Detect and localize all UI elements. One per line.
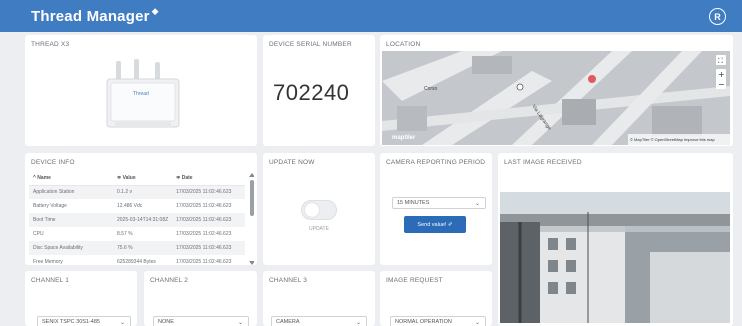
channel2-card: CHANNEL 2 NONE ⌄ <box>144 271 257 326</box>
row-value: 12.486 Vdc <box>117 203 143 209</box>
image-request-card: IMAGE REQUEST NORMAL OPERATION ⌄ <box>380 271 492 326</box>
row-value: 75.6 % <box>117 245 133 251</box>
channel3-value: CAMERA <box>276 319 300 325</box>
channel1-title: CHANNEL 1 <box>31 277 70 284</box>
table-row: Battery Voltage 12.486 Vdc 17/03/2025 11… <box>29 199 245 213</box>
plus-icon[interactable]: + <box>718 70 725 79</box>
row-value: 625289344 Bytes <box>117 259 156 265</box>
column-header-value[interactable]: ≑ Value <box>113 171 173 186</box>
camera-period-value: 15 MINUTES <box>397 200 430 206</box>
camera-period-title: CAMERA REPORTING PERIOD <box>386 159 486 166</box>
row-value: 2025-03-14T14:31:08Z <box>117 217 169 223</box>
chevron-down-icon: ⌄ <box>474 320 480 326</box>
map-attribution: © MapTiler © OpenStreetMap Improve this … <box>630 137 715 142</box>
send-value-button[interactable]: Send value! ✐ <box>404 216 466 233</box>
channel3-title: CHANNEL 3 <box>269 277 308 284</box>
last-image-title: LAST IMAGE RECEIVED <box>504 159 582 166</box>
row-date: 17/03/2025 11:02:46.623 <box>176 217 232 223</box>
row-date: 17/03/2025 11:02:46.623 <box>176 189 232 196</box>
chevron-down-icon: ⌄ <box>119 320 125 326</box>
location-card-title: LOCATION <box>386 41 421 48</box>
row-date: 17/03/2025 11:02:46.623 <box>176 259 232 265</box>
camera-period-card: CAMERA REPORTING PERIOD 15 MINUTES ⌄ Sen… <box>380 153 492 265</box>
channel3-card: CHANNEL 3 CAMERA ⌄ <box>263 271 375 326</box>
serial-card: DEVICE SERIAL NUMBER 702240 <box>263 35 375 146</box>
toggle-knob <box>305 203 319 217</box>
channel1-select[interactable]: SENIX TSPC 30S1-485 ⌄ <box>37 316 131 326</box>
row-name: Disc Space Availability <box>33 245 83 251</box>
channel2-select[interactable]: NONE ⌄ <box>153 316 249 326</box>
image-request-select[interactable]: NORMAL OPERATION ⌄ <box>390 316 486 326</box>
location-map[interactable]: Corso Via Lagrange maptiler © MapTiler ©… <box>382 51 730 145</box>
minus-icon[interactable]: − <box>718 80 725 89</box>
row-name: Boot Time <box>33 217 56 223</box>
serial-number: 702240 <box>273 80 350 105</box>
device-card: THREAD X3 Thread <box>25 35 257 146</box>
row-date: 17/03/2025 11:02:46.623 <box>176 203 232 209</box>
chevron-down-icon: ⌄ <box>355 320 361 326</box>
chevron-down-icon: ⌄ <box>237 320 243 326</box>
map-logo: maptiler <box>392 135 416 141</box>
camera-period-select[interactable]: 15 MINUTES ⌄ <box>392 197 486 209</box>
table-header-row: ^ Name ≑ Value ≑ Date <box>29 171 245 186</box>
device-info-card: DEVICE INFO ^ Name ≑ Value ≑ Date Applic… <box>25 153 257 265</box>
table-row: Free Memory 625289344 Bytes 17/03/2025 1… <box>29 255 245 265</box>
channel3-select[interactable]: CAMERA ⌄ <box>271 316 367 326</box>
row-name: Battery Voltage <box>33 203 67 209</box>
row-value: 0.1.2 v <box>117 189 133 196</box>
update-now-card: UPDATE NOW UPDATE <box>263 153 375 265</box>
svg-text:⛶: ⛶ <box>718 57 723 65</box>
channel2-title: CHANNEL 2 <box>150 277 189 284</box>
row-date: 17/03/2025 11:02:46.623 <box>176 245 232 251</box>
image-request-title: IMAGE REQUEST <box>386 277 443 284</box>
device-brand-label: Thread <box>133 91 149 97</box>
table-row: Disc Space Availability 75.6 % 17/03/202… <box>29 241 245 255</box>
map-marker-icon <box>588 75 596 83</box>
table-scrollbar[interactable] <box>249 173 254 265</box>
device-card-title: THREAD X3 <box>31 41 70 48</box>
chevron-down-icon: ⌄ <box>474 201 480 207</box>
table-row: CPU 8.57 % 17/03/2025 11:02:46.623 <box>29 227 245 241</box>
row-name: CPU <box>33 231 44 237</box>
top-bar: Thread Manager ◆ R <box>0 0 742 32</box>
user-avatar[interactable]: R <box>709 8 726 25</box>
column-header-name[interactable]: ^ Name <box>29 171 113 186</box>
device-info-table: ^ Name ≑ Value ≑ Date Application Statio… <box>29 171 245 265</box>
map-street-corso: Corso <box>424 86 438 92</box>
serial-card-title: DEVICE SERIAL NUMBER <box>269 41 352 48</box>
app-title: Thread Manager <box>31 7 150 25</box>
channel1-value: SENIX TSPC 30S1-485 <box>42 319 100 325</box>
device-info-title: DEVICE INFO <box>31 159 75 166</box>
table-row: Boot Time 2025-03-14T14:31:08Z 17/03/202… <box>29 213 245 227</box>
channel1-card: CHANNEL 1 SENIX TSPC 30S1-485 ⌄ <box>25 271 137 326</box>
channel2-value: NONE <box>158 319 174 325</box>
wifi-badge-icon: ◆ <box>151 5 159 16</box>
last-image-photo <box>500 192 730 323</box>
update-now-title: UPDATE NOW <box>269 159 315 166</box>
update-toggle-label: UPDATE <box>309 226 329 232</box>
row-value: 8.57 % <box>117 231 133 237</box>
row-date: 17/03/2025 11:02:46.623 <box>176 231 232 237</box>
device-info-table-wrap: ^ Name ≑ Value ≑ Date Application Statio… <box>29 171 245 265</box>
row-name: Application Station <box>33 189 75 196</box>
table-row: Application Station 0.1.2 v 17/03/2025 1… <box>29 185 245 199</box>
row-name: Free Memory <box>33 259 63 265</box>
column-header-date[interactable]: ≑ Date <box>172 171 245 186</box>
device-image: Thread <box>106 59 180 128</box>
update-toggle[interactable] <box>301 200 337 220</box>
image-request-value: NORMAL OPERATION <box>395 319 452 325</box>
